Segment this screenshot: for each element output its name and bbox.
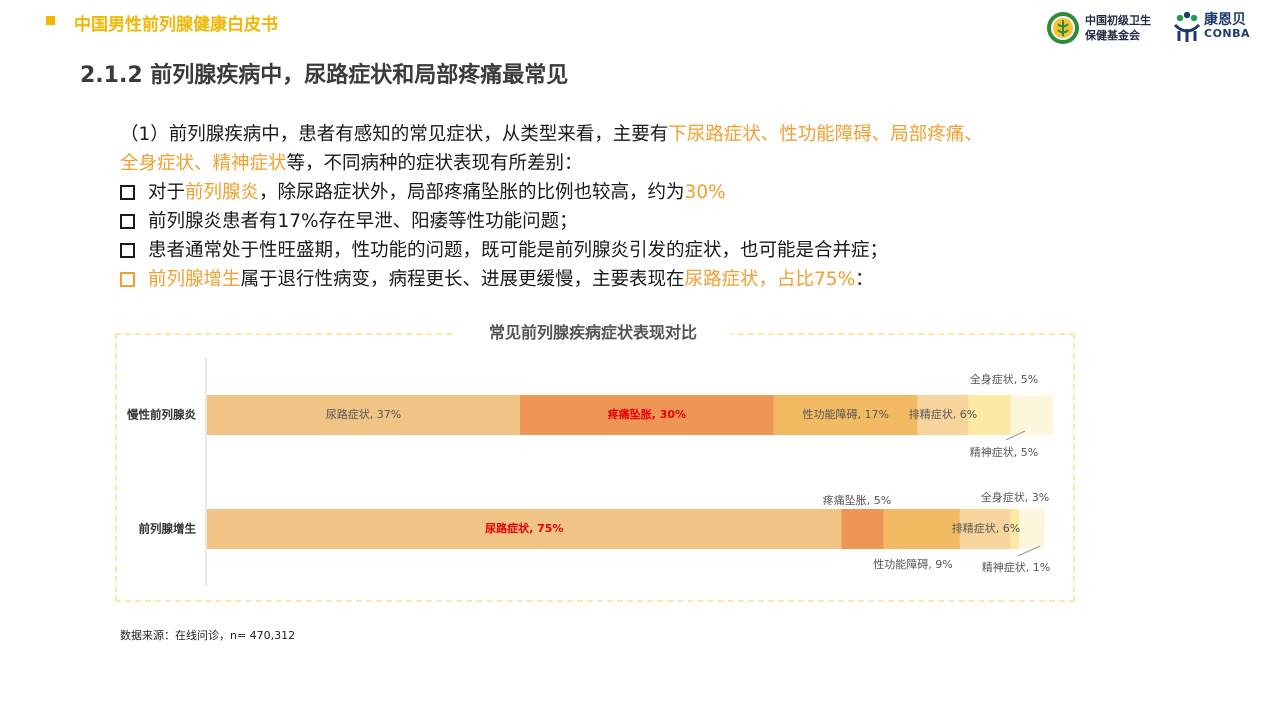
data-label: 全身症状, 3% [981, 490, 1049, 504]
bar-segment [883, 509, 960, 549]
data-label: 疼痛坠胀, 30% [608, 407, 686, 421]
data-label: 性功能障碍, 17% [803, 407, 889, 421]
data-label: 尿路症状, 75% [485, 521, 563, 535]
category-label: 慢性前列腺炎 [127, 408, 196, 422]
data-label: 疼痛坠胀, 5% [823, 493, 891, 507]
data-label: 性功能障碍, 9% [873, 557, 952, 571]
data-source-note: 数据来源：在线问诊，n= 470,312 [120, 629, 296, 642]
stacked-bar-chart: 慢性前列腺炎 尿路症状, 37% 疼痛坠胀, 30% 性功能障碍, 17% 排精症状, … [127, 358, 1053, 587]
bar-segment [1019, 509, 1045, 549]
category-label: 前列腺增生 [139, 522, 197, 536]
data-label: 全身症状, 5% [970, 372, 1038, 386]
bar-segment [1010, 395, 1053, 435]
data-label: 精神症状, 1% [982, 560, 1050, 574]
data-label: 尿路症状, 37% [326, 407, 401, 421]
data-label: 排精症状, 6% [909, 407, 977, 421]
data-label: 精神症状, 5% [970, 445, 1038, 459]
bar-segment [841, 509, 884, 549]
data-label: 排精症状, 6% [952, 521, 1020, 535]
